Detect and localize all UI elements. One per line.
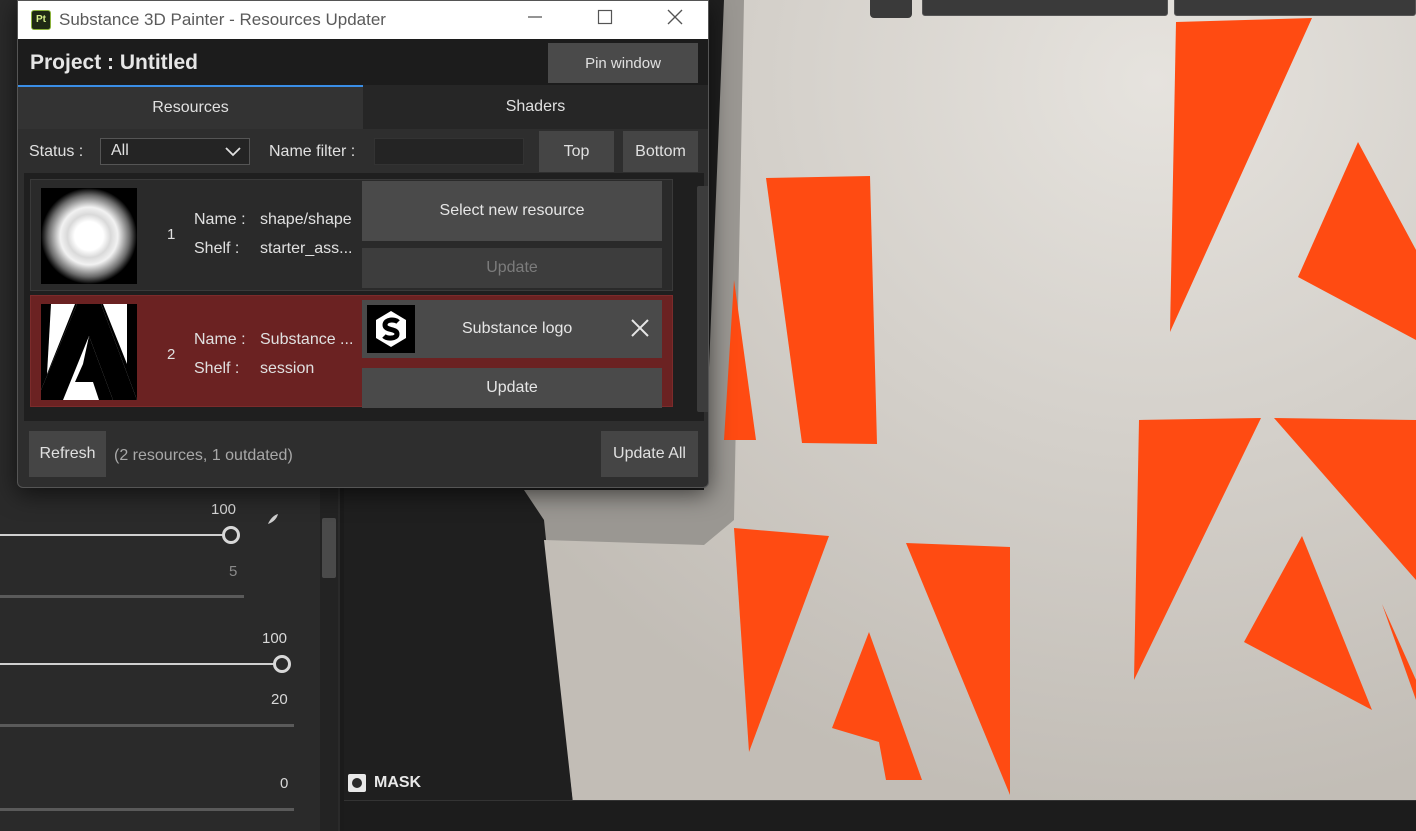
slider-value: 0	[280, 775, 289, 792]
slider-value: 20	[271, 691, 288, 708]
camera-dropdown[interactable]	[1174, 0, 1416, 16]
shelf-label: Shelf :	[194, 240, 240, 257]
viewport-status-strip	[344, 800, 1416, 831]
resource-index: 1	[167, 226, 176, 243]
tab-resources[interactable]: Resources	[18, 85, 363, 129]
name-label: Name :	[194, 331, 246, 348]
slider-track	[0, 663, 276, 665]
selected-resource-label: Substance logo	[462, 320, 573, 337]
maximize-icon	[597, 9, 613, 25]
project-title: Project : Untitled	[30, 51, 199, 74]
scrollbar-thumb[interactable]	[322, 518, 336, 578]
resource-shelf: starter_ass...	[260, 240, 353, 257]
filter-bar: Status : All Name filter : Top Bottom	[18, 129, 708, 175]
project-header: Project : Untitled Pin window	[18, 39, 708, 85]
resources-updater-dialog: Pt Substance 3D Painter - Resources Upda…	[17, 0, 709, 488]
minimize-button[interactable]	[500, 1, 570, 33]
minimize-icon	[528, 16, 542, 18]
title-bar[interactable]: Pt Substance 3D Painter - Resources Upda…	[18, 1, 708, 39]
slider-knob[interactable]	[273, 655, 291, 673]
status-dropdown[interactable]: All	[100, 138, 250, 165]
tab-shaders[interactable]: Shaders	[363, 85, 708, 129]
slider-track[interactable]	[0, 724, 294, 727]
selected-resource-chip[interactable]: Substance logo	[362, 300, 662, 358]
resource-list: 1 Name : shape/shape Shelf : starter_ass…	[24, 173, 708, 421]
bottom-button[interactable]: Bottom	[623, 131, 698, 172]
mask-icon	[348, 774, 366, 792]
clear-icon[interactable]	[628, 316, 652, 340]
resource-thumbnail	[41, 304, 137, 400]
update-button[interactable]: Update	[362, 368, 662, 408]
status-value: All	[111, 142, 129, 159]
pin-window-button[interactable]: Pin window	[548, 43, 698, 83]
brush-icon[interactable]	[266, 512, 280, 526]
slider-track[interactable]	[0, 595, 244, 598]
maximize-button[interactable]	[570, 1, 640, 33]
chevron-down-icon	[225, 147, 241, 157]
resource-thumbnail	[41, 188, 137, 284]
slider-track[interactable]	[0, 808, 294, 811]
resource-index: 2	[167, 346, 176, 363]
status-label: Status :	[29, 143, 84, 160]
panel-scrollbar[interactable]	[320, 488, 338, 831]
resource-row-outdated[interactable]: 2 Name : Substance ... Shelf : session S…	[30, 295, 673, 408]
dialog-footer: Refresh (2 resources, 1 outdated) Update…	[18, 421, 708, 487]
name-filter-input[interactable]	[374, 138, 524, 165]
name-filter-label: Name filter :	[269, 143, 356, 160]
mask-indicator[interactable]: MASK	[348, 774, 421, 792]
camera-icon[interactable]	[870, 0, 912, 18]
painter-app-icon: Pt	[31, 10, 51, 30]
resource-shelf: session	[260, 360, 315, 377]
refresh-button[interactable]: Refresh	[29, 431, 106, 477]
slider-value: 100	[211, 501, 237, 518]
painter-app: 100 5 100 20 0 MASK Pt Substance 3D Pain…	[0, 0, 1416, 831]
slider-track	[0, 534, 226, 536]
close-button[interactable]	[640, 1, 708, 33]
top-button[interactable]: Top	[539, 131, 614, 172]
list-scrollbar[interactable]	[697, 186, 708, 412]
color-profile-dropdown[interactable]	[922, 0, 1168, 16]
tab-bar: Resources Shaders	[18, 85, 708, 129]
resource-summary: (2 resources, 1 outdated)	[114, 447, 293, 464]
soft-brush-shape-icon	[41, 188, 137, 284]
resource-name: shape/shape	[260, 211, 352, 228]
mask-label: MASK	[374, 774, 422, 791]
select-new-resource-button[interactable]: Select new resource	[362, 181, 662, 241]
slider-knob[interactable]	[222, 526, 240, 544]
window-title: Substance 3D Painter - Resources Updater	[59, 10, 386, 29]
slider-value: 5	[229, 563, 238, 580]
update-all-button[interactable]: Update All	[601, 431, 698, 477]
name-label: Name :	[194, 211, 246, 228]
slider-value: 100	[262, 630, 288, 647]
update-button[interactable]: Update	[362, 248, 662, 288]
shelf-label: Shelf :	[194, 360, 240, 377]
resource-name: Substance ...	[260, 331, 354, 348]
resource-row[interactable]: 1 Name : shape/shape Shelf : starter_ass…	[30, 179, 673, 291]
close-icon	[667, 9, 683, 25]
substance-logo-icon	[367, 305, 415, 353]
adobe-logo-icon	[41, 304, 137, 400]
